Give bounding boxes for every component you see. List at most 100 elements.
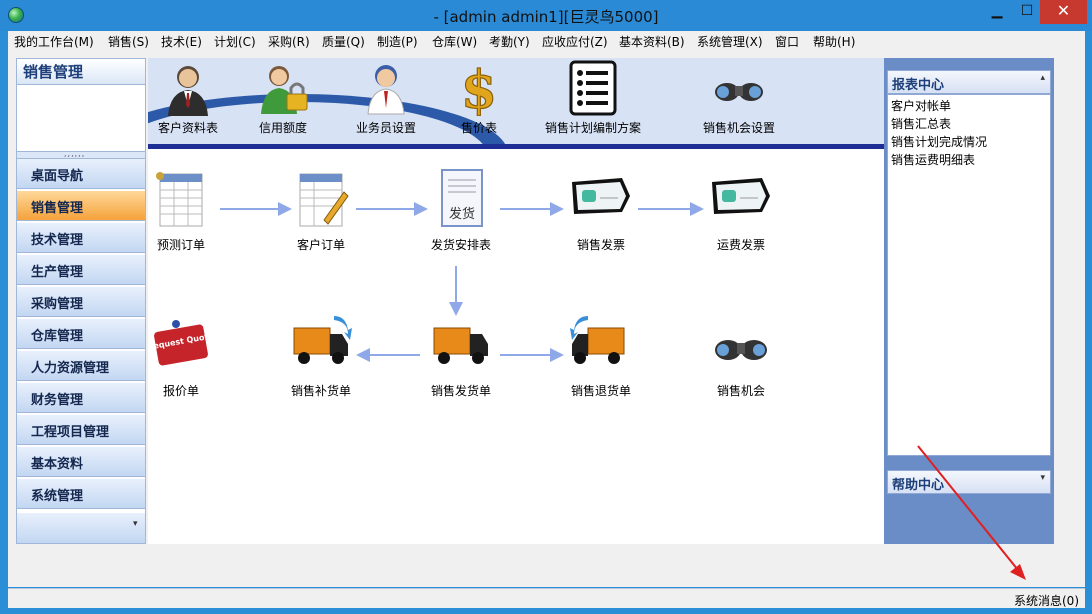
menu-quality[interactable]: 质量(Q) xyxy=(322,33,365,50)
toolbar-label: 客户资料表 xyxy=(157,121,218,135)
replenish-truck-icon xyxy=(293,316,352,364)
flow-sales-opportunity[interactable]: 销售机会 xyxy=(696,314,786,404)
nav-item-finance[interactable]: 财务管理 xyxy=(17,383,145,413)
report-link-customer-statement[interactable]: 客户对帐单 xyxy=(891,97,951,114)
freight-invoice-icon xyxy=(712,178,770,214)
binoculars-icon xyxy=(715,83,763,101)
menu-planning[interactable]: 计划(C) xyxy=(214,33,256,50)
flow-label: 客户订单 xyxy=(296,238,345,252)
salesman-icon xyxy=(367,65,405,115)
flow-delivery-order[interactable]: 销售发货单 xyxy=(416,314,506,404)
forecast-order-icon xyxy=(156,172,203,227)
menu-bar: 我的工作台(M) 销售(S) 技术(E) 计划(C) 采购(R) 质量(Q) 制… xyxy=(8,31,1085,52)
checklist-icon xyxy=(569,60,617,116)
toolbar-sales-plan[interactable]: 销售计划编制方案 xyxy=(538,58,648,144)
report-link-freight-details[interactable]: 销售运费明细表 xyxy=(891,151,975,168)
toolbar-label: 售价表 xyxy=(460,121,497,135)
flow-replenishment-order[interactable]: 销售补货单 xyxy=(276,314,366,404)
shipping-schedule-icon: 发货 xyxy=(441,169,483,227)
left-panel-title: 销售管理 xyxy=(17,59,145,85)
right-panel: 报表中心 ▴ 客户对帐单 销售汇总表 销售计划完成情况 销售运费明细表 帮助中心… xyxy=(884,58,1054,544)
menu-my-workbench[interactable]: 我的工作台(M) xyxy=(14,33,94,50)
maximize-button[interactable]: ☐ xyxy=(1012,0,1042,24)
nav-item-technology[interactable]: 技术管理 xyxy=(17,223,145,253)
nav-item-purchasing[interactable]: 采购管理 xyxy=(17,287,145,317)
flow-forecast-order[interactable]: 预测订单 xyxy=(136,168,226,258)
delivery-truck-icon xyxy=(433,327,488,364)
menu-system-management[interactable]: 系统管理(X) xyxy=(697,33,763,50)
close-button[interactable]: ✕ xyxy=(1040,0,1087,24)
menu-receivables-payables[interactable]: 应收应付(Z) xyxy=(542,33,608,50)
flow-label: 销售补货单 xyxy=(290,384,351,398)
flow-label: 预测订单 xyxy=(156,238,205,252)
menu-sales[interactable]: 销售(S) xyxy=(108,33,149,50)
system-messages[interactable]: 系统消息(0) xyxy=(1014,592,1079,609)
menu-manufacturing[interactable]: 制造(P) xyxy=(377,33,418,50)
report-link-plan-completion[interactable]: 销售计划完成情况 xyxy=(891,133,987,150)
nav-item-projects[interactable]: 工程项目管理 xyxy=(17,415,145,445)
flow-label: 运费发票 xyxy=(716,238,765,252)
menu-window[interactable]: 窗口 xyxy=(775,33,799,50)
flow-quotation[interactable]: Request Quote 报价单 xyxy=(136,314,226,404)
svg-text:$: $ xyxy=(461,60,497,116)
flow-arrow xyxy=(638,202,704,216)
report-center-title: 报表中心 xyxy=(892,78,945,93)
toolbar-label: 信用额度 xyxy=(258,121,307,135)
toolbar-price-list[interactable]: $ 售价表 xyxy=(450,58,508,144)
title-bar: - [admin admin1][巨灵鸟5000] ▁ ☐ ✕ xyxy=(0,0,1092,31)
report-center-header[interactable]: 报表中心 ▴ xyxy=(887,70,1051,94)
menu-basic-data[interactable]: 基本资料(B) xyxy=(619,33,685,50)
toolbar-salesman-settings[interactable]: 业务员设置 xyxy=(344,58,428,144)
shipping-icon-text: 发货 xyxy=(449,206,475,222)
nav-item-production[interactable]: 生产管理 xyxy=(17,255,145,285)
menu-warehouse[interactable]: 仓库(W) xyxy=(432,33,477,50)
flow-return-order[interactable]: 销售退货单 xyxy=(556,314,646,404)
flow-label: 报价单 xyxy=(162,384,199,398)
main-panel: 客户资料表 信用额度 业务员设置 $ 售价表 销售计划编制方案 销售机会设置 预… xyxy=(148,58,884,544)
report-list: 客户对帐单 销售汇总表 销售计划完成情况 销售运费明细表 xyxy=(887,94,1051,456)
chevron-down-icon: ▾ xyxy=(133,519,138,529)
flow-label: 销售发货单 xyxy=(430,384,491,398)
client-area: 销售管理 ,,,,,, 桌面导航 销售管理 技术管理 生产管理 采购管理 仓库管… xyxy=(8,52,1085,587)
flow-label: 销售发票 xyxy=(576,238,625,252)
panel-splitter[interactable]: ,,,,,, xyxy=(17,149,145,159)
nav-item-basic-data[interactable]: 基本资料 xyxy=(17,447,145,477)
minimize-button[interactable]: ▁ xyxy=(982,0,1012,24)
flow-arrow xyxy=(356,202,428,216)
nav-item-hr[interactable]: 人力资源管理 xyxy=(17,351,145,381)
toolbar-sales-opportunity-settings[interactable]: 销售机会设置 xyxy=(694,58,784,144)
help-center-title: 帮助中心 xyxy=(892,478,945,493)
toolbar-label: 业务员设置 xyxy=(355,121,416,135)
menu-attendance[interactable]: 考勤(Y) xyxy=(489,33,530,50)
status-bar: 系统消息(0) xyxy=(8,588,1085,608)
flow-customer-order[interactable]: 客户订单 xyxy=(276,168,366,258)
flow-label: 销售机会 xyxy=(716,384,765,398)
flow-arrow xyxy=(356,348,420,362)
menu-purchasing[interactable]: 采购(R) xyxy=(268,33,310,50)
nav-overflow-button[interactable]: ▾ xyxy=(17,513,145,543)
menu-technology[interactable]: 技术(E) xyxy=(161,33,202,50)
customer-order-icon xyxy=(299,173,349,227)
menu-help[interactable]: 帮助(H) xyxy=(813,33,855,50)
help-center-header[interactable]: 帮助中心 ▾ xyxy=(887,470,1051,494)
flow-label: 销售退货单 xyxy=(570,384,631,398)
customer-icon xyxy=(168,66,208,116)
return-truck-icon xyxy=(570,316,625,364)
request-quote-icon: Request Quote xyxy=(150,320,212,366)
flow-shipping-schedule[interactable]: 发货 发货安排表 xyxy=(416,168,506,258)
splitter-grip: ,,,,,, xyxy=(64,149,86,158)
chevron-down-icon: ▾ xyxy=(1040,473,1045,483)
flow-sales-invoice[interactable]: 销售发票 xyxy=(556,168,646,258)
report-link-sales-summary[interactable]: 销售汇总表 xyxy=(891,115,951,132)
toolbar-label: 销售计划编制方案 xyxy=(544,121,641,135)
binoculars-icon xyxy=(715,340,767,360)
nav-item-sales[interactable]: 销售管理 xyxy=(17,191,145,221)
nav-item-warehouse[interactable]: 仓库管理 xyxy=(17,319,145,349)
flow-freight-invoice[interactable]: 运费发票 xyxy=(696,168,786,258)
toolbar-credit-limit[interactable]: 信用额度 xyxy=(248,58,318,144)
nav-item-system[interactable]: 系统管理 xyxy=(17,479,145,509)
toolbar-customer-info[interactable]: 客户资料表 xyxy=(150,58,226,144)
credit-lock-icon xyxy=(261,66,308,114)
nav-item-desktop[interactable]: 桌面导航 xyxy=(17,159,145,189)
toolbar-divider xyxy=(148,144,884,149)
